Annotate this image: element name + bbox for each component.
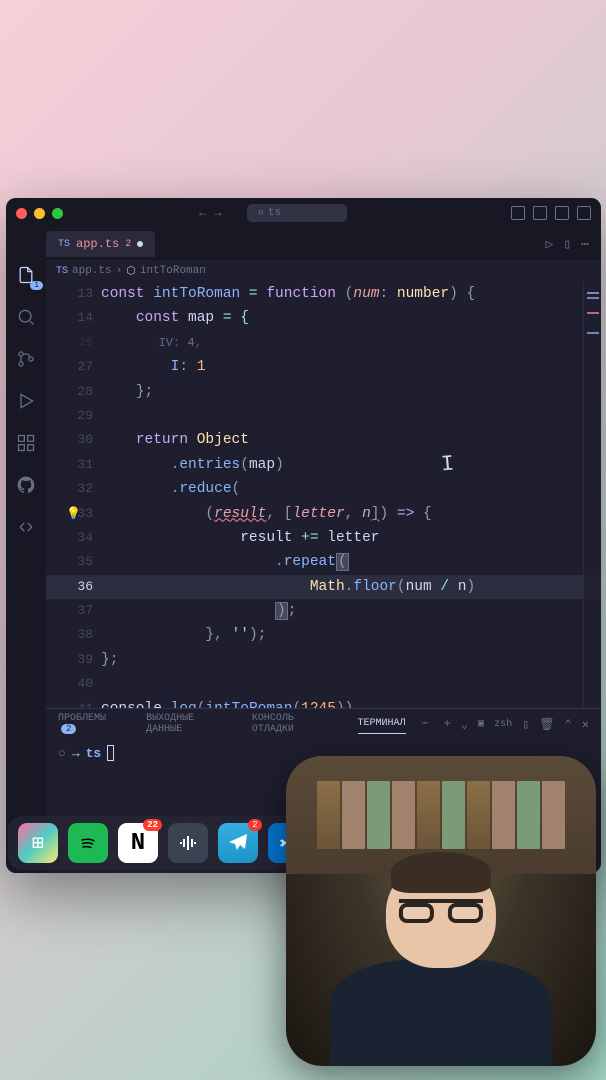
line-number: 39 <box>46 648 93 672</box>
close-window-button[interactable] <box>16 208 27 219</box>
typescript-icon: TS <box>56 266 68 277</box>
prompt-bullet-icon: ○ <box>58 746 66 761</box>
run-icon[interactable]: ▷ <box>546 237 554 252</box>
tab-terminal[interactable]: ТЕРМИНАЛ <box>358 714 406 734</box>
line-number: 38 <box>46 623 93 647</box>
line-number: 14 <box>46 306 93 330</box>
explorer-icon[interactable]: 1 <box>15 264 37 286</box>
minimap[interactable] <box>583 282 601 708</box>
line-number: 28 <box>46 380 93 404</box>
layout-panel-icon[interactable] <box>533 206 547 220</box>
prompt-directory: ts <box>86 746 102 761</box>
line-number: 29 <box>46 404 93 428</box>
line-number: 36 <box>46 575 93 599</box>
close-panel-icon[interactable]: ✕ <box>582 717 589 732</box>
line-number: 37 <box>46 599 93 623</box>
line-gutter: 13 14 26 27 28 29 30 31 32 33 34 35 36 3… <box>46 282 101 708</box>
dock-launchpad-icon[interactable]: ⊞ <box>18 823 58 863</box>
more-icon[interactable]: ⋯ <box>422 718 428 730</box>
terminal-cursor <box>107 745 114 761</box>
traffic-lights <box>16 208 63 219</box>
chevron-down-icon[interactable]: ⌄ <box>461 717 468 732</box>
line-number: 31 <box>46 453 93 477</box>
nav-back-icon[interactable]: ← <box>199 206 206 220</box>
tab-output[interactable]: ВЫХОДНЫЕ ДАННЫЕ <box>146 709 236 739</box>
search-text: ts <box>268 207 281 219</box>
titlebar: ← → ⌕ ts <box>6 198 601 228</box>
trash-icon[interactable]: 🗑 <box>539 717 554 732</box>
line-number: 41 <box>46 697 93 708</box>
minimize-window-button[interactable] <box>34 208 45 219</box>
search-icon: ⌕ <box>257 206 264 220</box>
activity-bar: 1 <box>6 228 46 873</box>
dock-audio-icon[interactable] <box>168 823 208 863</box>
search-icon[interactable] <box>15 306 37 328</box>
extensions-icon[interactable] <box>15 432 37 454</box>
shell-name: zsh <box>494 719 512 730</box>
panel-tabs: ПРОБЛЕМЫ 2 ВЫХОДНЫЕ ДАННЫЕ КОНСОЛЬ ОТЛАД… <box>46 709 601 739</box>
telegram-badge: 2 <box>248 819 262 831</box>
tab-debug-console[interactable]: КОНСОЛЬ ОТЛАДКИ <box>252 709 342 739</box>
dock-telegram-icon[interactable]: 2 <box>218 823 258 863</box>
split-terminal-icon[interactable]: ▯ <box>522 717 529 732</box>
prompt-arrow-icon: → <box>72 746 80 761</box>
breadcrumb[interactable]: TS app.ts › ⬡ intToRoman <box>6 260 601 282</box>
maximize-window-button[interactable] <box>52 208 63 219</box>
editor-tab-app-ts[interactable]: TS app.ts 2 <box>46 231 155 257</box>
nav-arrows: ← → <box>199 206 221 220</box>
nav-forward-icon[interactable]: → <box>214 206 221 220</box>
new-terminal-icon[interactable]: + <box>444 717 451 731</box>
tab-problems[interactable]: ПРОБЛЕМЫ 2 <box>58 709 130 739</box>
line-number: 30 <box>46 428 93 452</box>
notion-badge: 22 <box>143 819 162 831</box>
tab-unsaved-dot <box>137 241 143 247</box>
line-number: 32 <box>46 477 93 501</box>
tab-error-badge: 2 <box>125 239 131 250</box>
chevron-right-icon: › <box>116 265 123 277</box>
terminal-shell-icon: ▣ <box>478 718 484 730</box>
line-number: 13 <box>46 282 93 306</box>
problems-badge: 2 <box>61 724 76 734</box>
remote-icon[interactable] <box>15 516 37 538</box>
layout-customize-icon[interactable] <box>577 206 591 220</box>
maximize-panel-icon[interactable]: ⌃ <box>565 717 572 732</box>
explorer-badge: 1 <box>30 281 43 290</box>
tab-bar: TS app.ts 2 ▷ ▯ ⋯ <box>6 228 601 260</box>
source-control-icon[interactable] <box>15 348 37 370</box>
github-icon[interactable] <box>15 474 37 496</box>
text-cursor-icon: I <box>440 451 455 477</box>
line-number: 26 <box>46 331 93 355</box>
lightbulb-icon[interactable]: 💡 <box>66 502 81 526</box>
dock-spotify-icon[interactable] <box>68 823 108 863</box>
symbol-icon: ⬡ <box>126 264 136 278</box>
split-editor-icon[interactable]: ▯ <box>563 237 571 252</box>
more-actions-icon[interactable]: ⋯ <box>581 237 589 252</box>
run-debug-icon[interactable] <box>15 390 37 412</box>
line-number: 35 <box>46 550 93 574</box>
line-number: 27 <box>46 355 93 379</box>
tab-filename: app.ts <box>76 237 119 251</box>
layout-sidebar-icon[interactable] <box>511 206 525 220</box>
code-content[interactable]: const intToRoman = function (num: number… <box>101 282 581 708</box>
dock-notion-icon[interactable]: N 22 <box>118 823 158 863</box>
typescript-icon: TS <box>58 239 70 250</box>
line-number: 40 <box>46 672 93 696</box>
webcam-overlay <box>286 756 596 1066</box>
layout-sidebar-right-icon[interactable] <box>555 206 569 220</box>
breadcrumb-file: app.ts <box>72 265 112 277</box>
line-number: 34 <box>46 526 93 550</box>
breadcrumb-symbol: intToRoman <box>140 265 206 277</box>
code-editor[interactable]: 13 14 26 27 28 29 30 31 32 33 34 35 36 3… <box>46 282 601 708</box>
command-center[interactable]: ⌕ ts <box>247 204 347 222</box>
